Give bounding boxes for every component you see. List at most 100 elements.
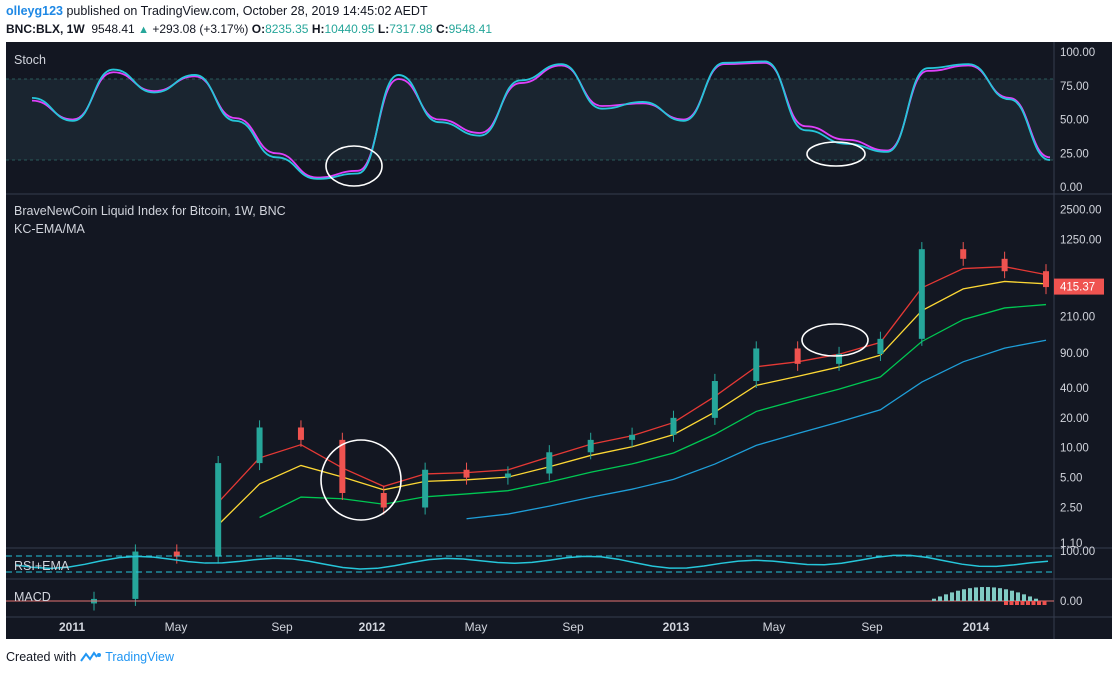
candle-body xyxy=(711,381,718,418)
macd-histogram-bar xyxy=(986,587,990,601)
x-tick-label: 2013 xyxy=(663,620,690,634)
x-tick-label: 2012 xyxy=(359,620,386,634)
price-y-tick: 10.00 xyxy=(1060,443,1089,455)
macd-histogram-bar xyxy=(1004,601,1008,605)
open-label: O: xyxy=(251,22,266,36)
high-value: 10440.95 xyxy=(324,22,375,36)
candle-body xyxy=(256,427,263,464)
low-value: 7317.98 xyxy=(389,22,433,36)
macd-histogram-bar xyxy=(956,590,960,601)
candle-body xyxy=(918,249,925,339)
price-pane-title: BraveNewCoin Liquid Index for Bitcoin, 1… xyxy=(14,204,286,218)
macd-pane-title: MACD xyxy=(14,590,51,604)
candle-body xyxy=(339,439,346,493)
x-tick-label: 2011 xyxy=(59,620,85,634)
annotation-circle xyxy=(320,439,402,521)
candle-body xyxy=(504,473,511,478)
macd-histogram-bar xyxy=(1042,601,1047,605)
tradingview-link[interactable]: TradingView xyxy=(80,650,174,664)
stoch-y-tick: 50.00 xyxy=(1060,115,1089,127)
candle-body xyxy=(587,439,594,453)
rsi-line xyxy=(15,554,1049,570)
x-tick-label: May xyxy=(165,620,188,634)
macd-histogram-bar xyxy=(998,588,1002,601)
candle-body xyxy=(297,427,304,440)
macd-histogram-bar xyxy=(962,589,966,601)
macd-histogram-bar xyxy=(1037,601,1041,605)
indicator-title: KC-EMA/MA xyxy=(14,222,86,236)
created-with-text: Created with xyxy=(6,650,77,664)
tradingview-logo-icon xyxy=(80,651,102,662)
last-price: 9548.41 xyxy=(91,22,135,36)
triangle-up-icon: ▲ xyxy=(138,24,149,36)
kc-lower-line xyxy=(259,303,1047,519)
tradingview-brand: TradingView xyxy=(105,650,174,664)
candle-body xyxy=(546,452,553,474)
rsi-y-tick: 100.00 xyxy=(1060,546,1095,558)
price-y-tick: 40.00 xyxy=(1060,383,1089,395)
macd-histogram-bar xyxy=(992,587,996,601)
candle-body xyxy=(1001,258,1008,272)
macd-histogram-bar xyxy=(980,587,984,601)
rsi-pane-title: RSI+EMA xyxy=(14,559,70,573)
high-label: H: xyxy=(311,22,325,36)
price-y-tick: 90.00 xyxy=(1060,348,1089,360)
close-label: C: xyxy=(435,22,449,36)
footer: Created with TradingView xyxy=(6,650,174,664)
price-y-tick: 5.00 xyxy=(1060,473,1082,485)
price-y-tick: 210.00 xyxy=(1060,311,1095,323)
macd-y-tick: 0.00 xyxy=(1060,596,1082,608)
candle-body xyxy=(670,417,677,435)
candle-body xyxy=(215,463,222,557)
macd-histogram-bar xyxy=(1020,601,1025,605)
price-y-tick: 20.00 xyxy=(1060,413,1089,425)
macd-histogram-bar xyxy=(974,587,978,601)
candle-body xyxy=(422,469,429,508)
macd-histogram-bar xyxy=(1022,594,1026,601)
price-y-tick: 2500.00 xyxy=(1060,205,1102,217)
candle-body xyxy=(1043,271,1049,288)
ohlc-line: BNC:BLX, 1W 9548.41 ▲ +293.08 (+3.17%) O… xyxy=(6,22,492,36)
candle-body xyxy=(629,434,636,440)
low-label: L: xyxy=(377,22,390,36)
macd-histogram-bar xyxy=(944,594,948,601)
stoch-y-tick: 25.00 xyxy=(1060,148,1089,160)
candle-body xyxy=(753,348,760,382)
stoch-pane-title: Stoch xyxy=(14,53,46,67)
x-tick-label: May xyxy=(465,620,488,634)
annotation-circle xyxy=(801,323,869,357)
x-tick-label: Sep xyxy=(861,620,883,634)
macd-histogram-bar xyxy=(1004,589,1008,601)
candle-body xyxy=(794,348,801,364)
macd-histogram-bar xyxy=(1016,592,1020,601)
candle-body xyxy=(380,492,387,508)
symbol-label: BNC:BLX, 1W xyxy=(6,22,85,36)
last-price-label: 415.37 xyxy=(1060,282,1095,294)
candle-body xyxy=(960,249,967,259)
price-y-tick: 1250.00 xyxy=(1060,235,1102,247)
open-value: 8235.35 xyxy=(265,22,309,36)
macd-histogram-bar xyxy=(950,592,954,601)
macd-histogram-bar xyxy=(1031,601,1036,605)
macd-histogram-bar xyxy=(932,598,936,601)
macd-histogram-bar xyxy=(1028,596,1032,601)
macd-histogram-bar xyxy=(1026,601,1030,605)
author-name[interactable]: olleyg123 xyxy=(6,4,63,18)
stoch-y-tick: 0.00 xyxy=(1060,182,1082,194)
macd-histogram-bar xyxy=(1015,601,1019,605)
x-tick-label: Sep xyxy=(562,620,584,634)
macd-histogram-bar xyxy=(968,588,972,601)
macd-histogram-bar xyxy=(1009,601,1014,605)
x-tick-label: 2014 xyxy=(963,620,990,634)
x-tick-label: Sep xyxy=(271,620,293,634)
chart-svg[interactable]: 100.00 75.00 50.00 25.00 0.00 2500.00 1250.00 2… xyxy=(6,42,1112,639)
macd-histogram-bar xyxy=(1010,590,1014,601)
macd-histogram-bar xyxy=(938,596,942,601)
x-tick-label: May xyxy=(763,620,786,634)
published-text: published on TradingView.com, October 28… xyxy=(66,4,428,18)
chart-frame[interactable]: 100.00 75.00 50.00 25.00 0.00 2500.00 1250.00 2… xyxy=(6,42,1112,639)
publish-info: olleyg123 published on TradingView.com, … xyxy=(6,4,428,18)
candle-body xyxy=(132,551,139,599)
change-value: +293.08 (+3.17%) xyxy=(152,22,249,36)
price-y-tick: 2.50 xyxy=(1060,502,1082,514)
